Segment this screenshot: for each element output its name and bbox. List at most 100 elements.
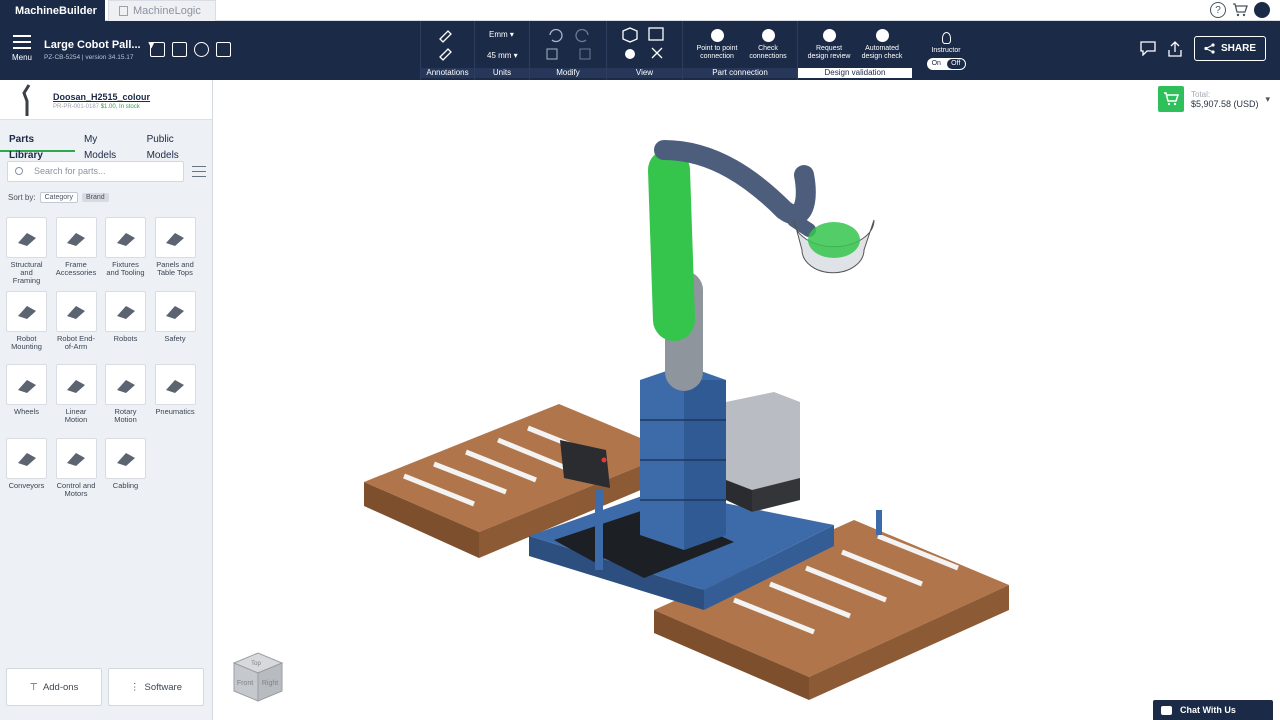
modify-label: Modify [530,68,606,78]
sort-category-chip[interactable]: Category [39,192,78,203]
annotate-pen-icon[interactable] [437,27,457,61]
instructor-toggle[interactable]: On Off [927,58,966,70]
category-tile[interactable]: Control and Motors [55,437,97,512]
robot-arm [648,140,875,391]
navigation-cube[interactable]: Top Front Right [230,645,286,705]
category-tile[interactable]: Cabling [105,437,146,512]
robot-pedestal [640,365,726,550]
cart-icon[interactable] [1158,86,1184,112]
tab-public-models[interactable]: Public Models [138,132,213,161]
part-name[interactable]: Doosan_H2515_colour [53,92,150,102]
category-thumbnail-icon [154,364,196,405]
check-connections-button[interactable]: Check connections [745,29,791,61]
category-thumbnail-icon [105,290,146,332]
view-label: View [607,68,682,78]
point-to-point-label: Point to point connection [696,45,738,60]
category-tile[interactable]: Rotary Motion [105,364,146,438]
share-button[interactable]: SHARE [1193,36,1266,61]
toolbar-right: SHARE [1140,36,1266,61]
filter-icon[interactable] [192,166,206,177]
category-thumbnail-icon [6,290,47,332]
export-icon[interactable] [1168,40,1182,57]
cobot-palletizer-model[interactable] [214,80,1280,720]
navcube-top-label: Top [251,661,261,667]
tab-label: MachineLogic [133,5,201,17]
category-label: Rotary Motion [114,407,137,424]
category-thumbnail-icon [6,364,47,405]
menu-button[interactable]: Menu [8,35,36,62]
menu-label: Menu [11,53,32,62]
3d-viewport[interactable]: Total: $5,907.58 (USD) ▾ Top Front Right… [214,80,1280,720]
category-tile[interactable]: Robot End-of-Arm [55,290,97,365]
tab-my-models[interactable]: My Models [75,132,138,161]
total-label: Total: [1191,89,1211,99]
branch-icon[interactable] [194,42,209,57]
category-thumbnail-icon [105,217,146,258]
software-icon: ⋮ [130,681,140,693]
chevron-down-icon[interactable]: ▾ [1266,94,1271,105]
part-meta: PR-PR-001-0187 $1.00, In stock [53,104,140,110]
tab-machinelogic[interactable]: MachineLogic [108,0,216,21]
bottom-actions: ⊤ Add-ons ⋮ Software [6,668,204,706]
software-button[interactable]: ⋮ Software [108,668,204,706]
units-dropdown[interactable]: Emm ▾ [489,30,514,39]
category-label: Robot Mounting [11,333,42,351]
category-tile[interactable]: Structural and Framing [6,217,47,291]
navcube-right-label: Right [262,680,278,687]
category-label: Cabling [112,480,139,490]
software-label: Software [144,681,183,693]
point-to-point-button[interactable]: Point to point connection [693,29,741,61]
help-icon[interactable]: ? [1210,2,1226,18]
category-tile[interactable]: Panels and Table Tops [154,217,196,291]
cart-glyph-icon [1164,92,1179,106]
project-info[interactable]: Large Cobot Pall... ▾ PZ-CB-5254 | versio… [44,38,154,62]
sort-brand-chip[interactable]: Brand [81,193,109,202]
cart-icon[interactable] [1232,3,1248,17]
request-design-review-button[interactable]: Request design review [806,29,852,61]
tab-machinebuilder[interactable]: MachineBuilder [0,0,105,21]
bom-icon[interactable] [172,42,187,57]
category-tile[interactable]: Wheels [6,364,47,438]
tab-parts-library[interactable]: Parts Library [0,132,75,161]
category-tile[interactable]: Linear Motion [55,364,97,438]
category-thumbnail-icon [55,217,97,258]
addons-button[interactable]: ⊤ Add-ons [6,668,102,706]
category-tile[interactable]: Conveyors [6,437,47,512]
category-tile[interactable]: Frame Accessories [55,217,97,291]
library-tabs: Parts Library My Models Public Models [0,132,213,161]
category-label: Structural and Framing [10,260,43,285]
comments-icon[interactable] [1140,41,1156,56]
modify-group: Modify [529,21,606,80]
toggle-on-label: On [931,60,941,67]
camera-icon[interactable] [216,42,231,57]
category-tile[interactable]: Safety [154,290,196,365]
automated-check-label: Automated design check [861,45,903,60]
category-thumbnail-icon [105,364,146,405]
auto-check-icon [875,29,889,42]
automated-design-check-button[interactable]: Automated design check [858,29,906,61]
robot-thumbnail-icon [22,84,31,116]
modify-tools-icons[interactable] [544,26,596,62]
category-label: Control and Motors [56,480,96,498]
part-price: $1.00, In stock [100,104,140,110]
account-avatar-icon[interactable] [1254,2,1270,18]
grid-size-value: 45 mm [487,51,512,60]
selected-part[interactable]: Doosan_H2515_colour PR-PR-001-0187 $1.00… [0,80,212,120]
cart-total[interactable]: Total: $5,907.58 (USD) ▾ [1158,86,1270,112]
category-tile[interactable]: Pneumatics [154,364,196,438]
category-tile[interactable]: Fixtures and Tooling [105,217,146,291]
chat-button[interactable]: Chat With Us [1153,700,1273,720]
tab-label: MachineBuilder [15,4,97,17]
search-input[interactable]: Search for parts... [7,161,184,182]
search-icon [15,167,23,175]
category-tile[interactable]: Robot Mounting [6,290,47,365]
category-label: Robots [113,333,138,343]
view-tools-icons[interactable] [619,26,673,62]
category-thumbnail-icon [154,290,196,332]
save-icon[interactable] [150,42,165,57]
category-thumbnail-icon [6,437,47,479]
view-group: View [606,21,682,80]
category-tile[interactable]: Robots [105,290,146,365]
grid-size-dropdown[interactable]: 45 mm ▾ [487,51,518,60]
point-connection-icon [710,29,724,42]
